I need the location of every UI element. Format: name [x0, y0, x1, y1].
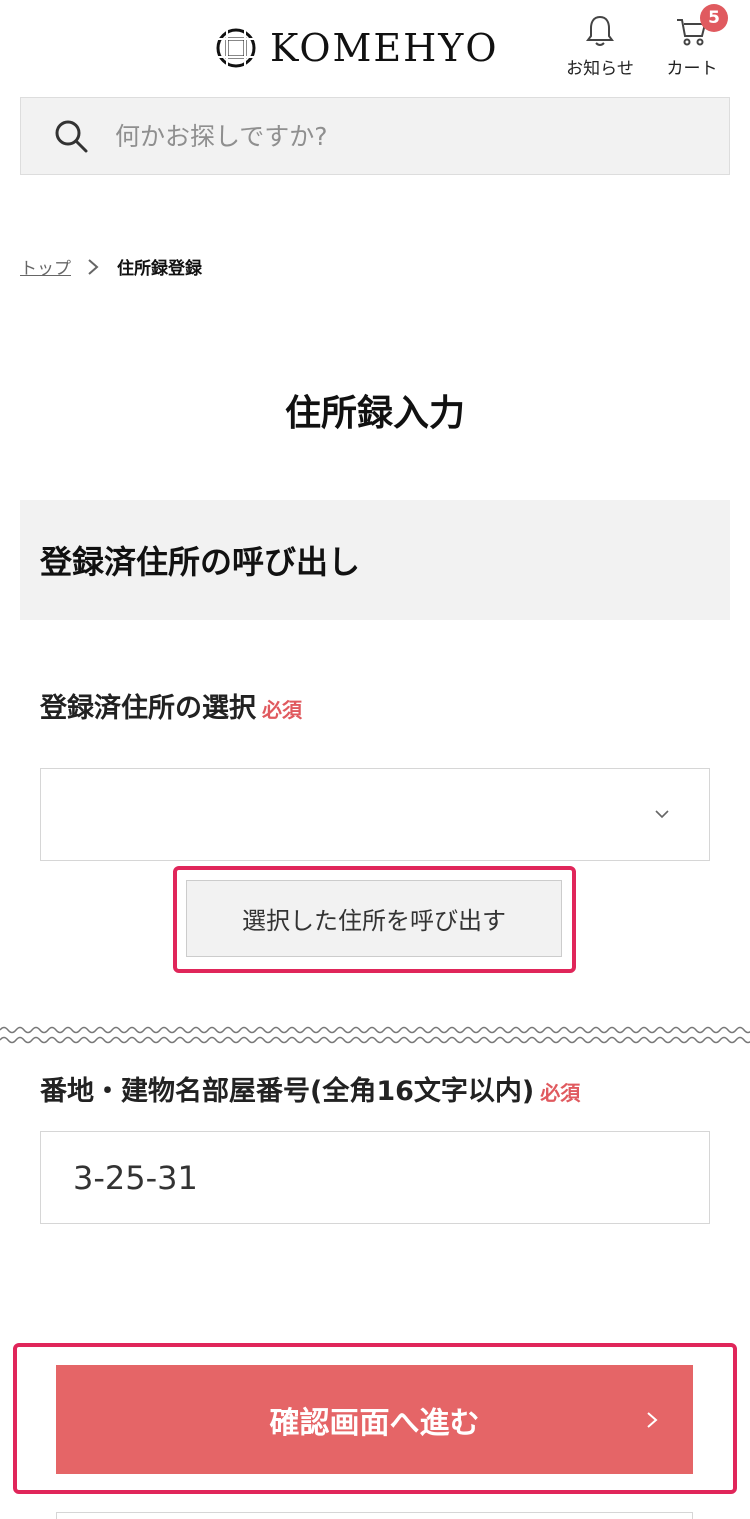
required-badge: 必須 — [540, 1081, 581, 1105]
address-line-input[interactable]: 3-25-31 — [40, 1131, 710, 1224]
breadcrumb: トップ 住所録登録 — [20, 254, 202, 279]
logo-text: KOMEHYO — [270, 26, 499, 70]
search-icon[interactable] — [53, 118, 89, 154]
komehyo-logo[interactable]: KOMEHYO — [214, 26, 499, 70]
call-selected-address-button[interactable]: 選択した住所を呼び出す — [186, 880, 562, 957]
breadcrumb-current: 住所録登録 — [117, 259, 202, 279]
notice-label: お知らせ — [566, 59, 634, 79]
search-bar — [20, 97, 730, 175]
next-element-edge — [56, 1512, 693, 1519]
notice-button[interactable]: お知らせ — [560, 14, 640, 79]
section-title: 登録済住所の呼び出し — [40, 543, 361, 581]
chevron-right-icon — [647, 1412, 658, 1428]
required-badge: 必須 — [262, 698, 302, 722]
page-title: 住所録入力 — [284, 393, 465, 434]
address-line-value: 3-25-31 — [73, 1158, 198, 1197]
confirm-button[interactable]: 確認画面へ進む — [56, 1365, 693, 1474]
field-label-text: 番地・建物名部屋番号(全角16文字以内) — [40, 1076, 535, 1107]
breadcrumb-home-link[interactable]: トップ — [20, 254, 71, 279]
bell-icon — [586, 15, 614, 46]
breadcrumb-chevron-icon — [88, 258, 99, 275]
site-header: KOMEHYO お知らせ カート 5 — [0, 0, 750, 96]
chevron-down-icon — [655, 810, 669, 819]
saved-address-select[interactable] — [40, 768, 710, 861]
saved-address-section-header: 登録済住所の呼び出し — [20, 500, 730, 620]
cart-label: カート — [666, 59, 718, 79]
search-input[interactable] — [115, 121, 675, 151]
cart-button[interactable]: カート 5 — [660, 4, 728, 79]
logo-mark-icon — [216, 28, 256, 68]
section-cut-separator — [0, 1026, 750, 1044]
address-line-label: 番地・建物名部屋番号(全角16文字以内) 必須 — [40, 1069, 580, 1108]
field-label-text: 登録済住所の選択 — [40, 693, 256, 724]
cart-count-badge: 5 — [700, 4, 728, 32]
saved-address-select-label: 登録済住所の選択 必須 — [40, 686, 302, 725]
confirm-button-label: 確認画面へ進む — [269, 1405, 480, 1441]
